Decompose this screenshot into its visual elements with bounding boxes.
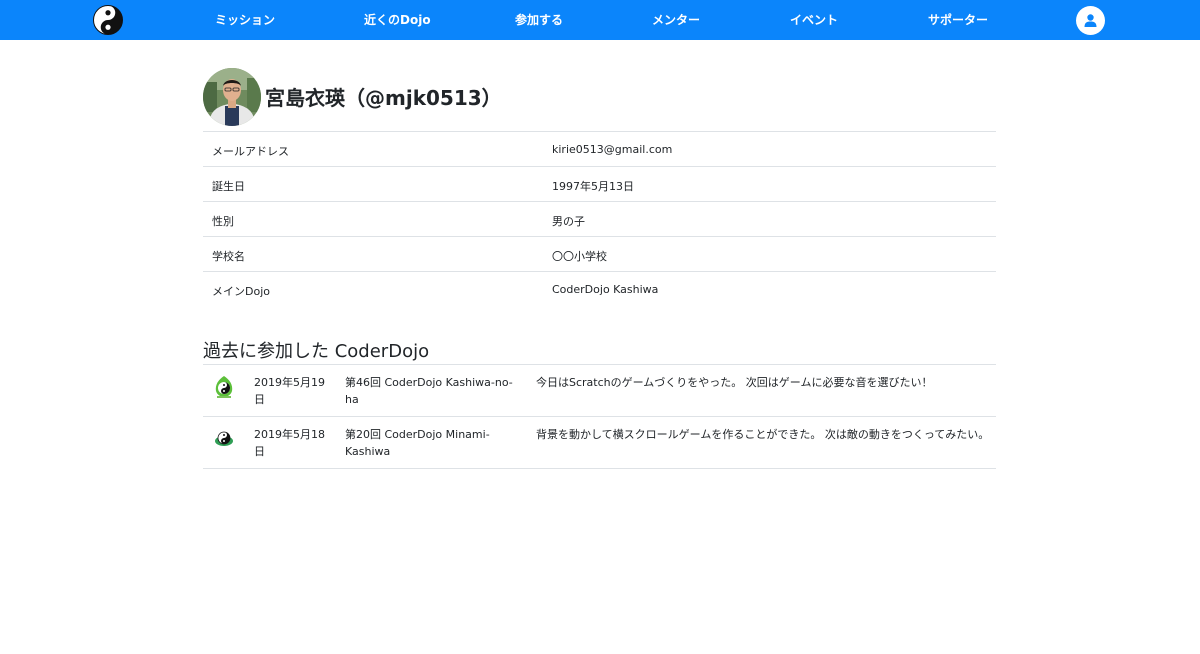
user-icon <box>1084 14 1097 27</box>
coderdojo-kashiwa-no-ha-logo[interactable] <box>212 375 236 399</box>
coderdojo-logo[interactable] <box>93 5 123 35</box>
event-link[interactable]: 第46回 CoderDojo Kashiwa-no-ha <box>345 374 525 408</box>
info-value: 1997年5月13日 <box>552 180 634 193</box>
nav-item-join[interactable]: 参加する <box>515 0 563 40</box>
table-row: 2019年5月19日 第46回 CoderDojo Kashiwa-no-ha … <box>203 365 996 417</box>
info-row-gender: 性別 男の子 <box>203 201 996 236</box>
info-key: 性別 <box>212 215 234 228</box>
info-key: 誕生日 <box>212 180 245 193</box>
user-menu-button[interactable] <box>1076 6 1105 35</box>
attended-date: 2019年5月19日 <box>254 376 325 406</box>
nav-item-event[interactable]: イベント <box>790 0 838 40</box>
event-link[interactable]: 第20回 CoderDojo Minami-Kashiwa <box>345 426 525 460</box>
info-key: メールアドレス <box>212 145 289 158</box>
coderdojo-minami-kashiwa-logo[interactable] <box>212 427 236 451</box>
table-row: 2019年5月18日 第20回 CoderDojo Minami-Kashiwa… <box>203 417 996 469</box>
profile-header: 宮島衣瑛（@mjk0513） <box>203 68 1003 126</box>
nav-item-mission[interactable]: ミッション <box>215 0 275 40</box>
avatar <box>203 68 261 126</box>
info-row-email: メールアドレス kirie0513@gmail.com <box>203 131 996 166</box>
nav-item-mentor[interactable]: メンター <box>652 0 700 40</box>
info-key: 学校名 <box>212 250 245 263</box>
info-value: CoderDojo Kashiwa <box>552 283 659 296</box>
info-value: 〇〇小学校 <box>552 250 607 263</box>
info-row-birthday: 誕生日 1997年5月13日 <box>203 166 996 201</box>
info-key: メインDojo <box>212 285 270 298</box>
event-note: 今日はScratchのゲームづくりをやった。 次回はゲームに必要な音を選びたい！ <box>536 376 933 389</box>
history-table: 2019年5月19日 第46回 CoderDojo Kashiwa-no-ha … <box>203 364 996 469</box>
event-note: 背景を動かして横スクロールゲームを作ることができた。 次は敵の動きをつくってみた… <box>536 428 990 441</box>
info-value: kirie0513@gmail.com <box>552 143 673 156</box>
nav-item-nearby-dojo[interactable]: 近くのDojo <box>364 0 431 40</box>
info-row-school: 学校名 〇〇小学校 <box>203 236 996 271</box>
info-value: 男の子 <box>552 215 585 228</box>
profile-info-table: メールアドレス kirie0513@gmail.com 誕生日 1997年5月1… <box>203 131 996 306</box>
history-title: 過去に参加した CoderDojo <box>203 341 430 362</box>
info-row-main-dojo: メインDojo CoderDojo Kashiwa <box>203 271 996 306</box>
attended-date: 2019年5月18日 <box>254 428 325 458</box>
top-navbar: ミッション 近くのDojo 参加する メンター イベント サポーター <box>0 0 1200 40</box>
nav-item-supporter[interactable]: サポーター <box>928 0 988 40</box>
profile-name: 宮島衣瑛（@mjk0513） <box>265 86 502 110</box>
